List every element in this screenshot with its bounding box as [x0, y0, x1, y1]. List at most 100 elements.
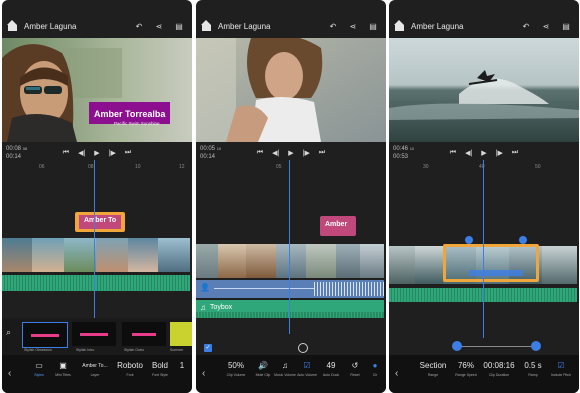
video-track[interactable] [196, 244, 384, 278]
bottom-toolbar: ‹ ▭ Styles ▣ Mini Titles Amber To... Lay… [2, 355, 192, 393]
step-back-icon[interactable]: ◀| [272, 149, 279, 157]
style-label: Stylish Outro [124, 348, 145, 352]
comment-icon[interactable]: ▤ [559, 22, 573, 31]
tool-value: Bold [151, 361, 168, 370]
step-forward-icon[interactable]: |▶ [496, 149, 503, 157]
bottom-toolbar: ‹ 50% Clip Volume 🔊 Mute Clip ♫ Music Vo… [196, 355, 386, 393]
audio-waveform[interactable] [2, 275, 190, 291]
back-icon[interactable]: ‹ [202, 368, 205, 379]
title-clip[interactable]: Amber To [75, 212, 125, 232]
reset-icon: ↺ [351, 361, 359, 370]
tool-styles[interactable]: ▭ Styles [28, 359, 50, 377]
comment-icon[interactable]: ▤ [366, 22, 380, 31]
skip-end-icon[interactable]: ⏭ [319, 149, 325, 157]
skip-start-icon[interactable]: ⏮ [450, 149, 456, 157]
skip-end-icon[interactable]: ⏭ [512, 149, 518, 157]
ruler-tick: 05 [276, 164, 282, 170]
checkbox-icon[interactable]: ✓ [204, 344, 212, 352]
play-icon[interactable]: ▶ [288, 149, 293, 157]
tool-music-volume[interactable]: ♫ Music Volume [274, 359, 296, 377]
style-thumb[interactable] [170, 322, 192, 346]
tool-font[interactable]: Roboto Font [116, 359, 144, 377]
playhead-marker[interactable] [298, 343, 308, 353]
step-back-icon[interactable]: ◀| [465, 149, 472, 157]
playhead[interactable] [94, 160, 95, 336]
tool-range-speed[interactable]: 76% Range Speed [453, 359, 479, 377]
person-icon: 👤 [200, 283, 210, 292]
music-track[interactable]: ♫ Toybox [196, 300, 384, 318]
tool-auto-duck[interactable]: 49 Auto Duck [320, 359, 342, 377]
music-note-icon: ♫ [282, 361, 288, 370]
home-icon[interactable] [394, 19, 404, 31]
tool-clip-volume[interactable]: 50% Clip Volume [220, 359, 252, 377]
transport-controls: ⏮ ◀| ▶ |▶ ⏭ [389, 146, 579, 160]
ruler-tick: 06 [39, 164, 45, 170]
time-ruler: 30 40 50 [389, 164, 579, 174]
title-clip[interactable]: Amber [320, 216, 356, 236]
ramp-start-handle[interactable] [452, 341, 462, 351]
play-icon[interactable]: ▶ [94, 149, 99, 157]
speed-region-line [469, 270, 523, 276]
ruler-tick: 10 [135, 164, 141, 170]
skip-start-icon[interactable]: ⏮ [257, 149, 263, 157]
range-start-handle[interactable] [465, 236, 473, 244]
skip-end-icon[interactable]: ⏭ [125, 149, 131, 157]
tool-value: 0.5 s [524, 361, 542, 370]
tool-value: 76% [457, 361, 474, 370]
top-bar: Amber Laguna ↶ ⋖ ▤ [196, 14, 386, 38]
tool-value: Amber To... [82, 363, 108, 369]
tool-include-pitch[interactable]: ☑ Include Pitch [549, 359, 573, 377]
editor-screen-titles: Amber Laguna ↶ ⋖ ▤ Amber Torrealba Pacif… [2, 0, 192, 393]
search-icon[interactable]: ⌕ [6, 327, 11, 338]
tool-value: 1 [179, 361, 185, 370]
volume-icon: 🔊 [258, 361, 268, 370]
step-forward-icon[interactable]: |▶ [109, 149, 116, 157]
style-thumb[interactable] [122, 322, 166, 346]
ruler-tick: 50 [535, 164, 541, 170]
playhead[interactable] [483, 160, 484, 338]
tool-auto-volume[interactable]: ☑ Auto Volume [296, 359, 318, 377]
tool-range[interactable]: Section Range [417, 359, 449, 377]
tool-size[interactable]: 1 [176, 359, 188, 373]
comment-icon[interactable]: ▤ [172, 22, 186, 31]
tool-label: Mute Clip [255, 373, 271, 377]
tool-value: 50% [227, 361, 244, 370]
style-label: Stylish Intro [76, 348, 95, 352]
video-preview: Amber Torrealba Pacific Swim Sunshine [2, 38, 192, 142]
undo-icon[interactable]: ↶ [326, 22, 340, 31]
video-track[interactable] [2, 238, 190, 272]
speed-ramp-slider[interactable] [452, 341, 541, 351]
tool-font-style[interactable]: Bold Font Style [148, 359, 172, 377]
step-forward-icon[interactable]: |▶ [303, 149, 310, 157]
undo-icon[interactable]: ↶ [519, 22, 533, 31]
skip-start-icon[interactable]: ⏮ [63, 149, 69, 157]
step-back-icon[interactable]: ◀| [78, 149, 85, 157]
back-icon[interactable]: ‹ [8, 368, 11, 379]
share-icon[interactable]: ⋖ [346, 22, 360, 31]
style-thumb-selected[interactable] [22, 322, 68, 348]
style-thumb[interactable] [72, 322, 116, 346]
range-end-handle[interactable] [519, 236, 527, 244]
tool-clip-duration[interactable]: 00:08:16 Clip Duration [481, 359, 517, 377]
transport-controls: ⏮ ◀| ▶ |▶ ⏭ [196, 146, 386, 160]
home-icon[interactable] [201, 19, 211, 31]
back-icon[interactable]: ‹ [395, 368, 398, 379]
share-icon[interactable]: ⋖ [539, 22, 553, 31]
speed-range-selection[interactable] [443, 244, 539, 282]
home-icon[interactable] [7, 19, 17, 31]
music-track-label: Toybox [210, 304, 233, 311]
tool-ramp[interactable]: 0.5 s Ramp [521, 359, 545, 377]
video-preview [389, 38, 579, 142]
checkbox-icon: ☑ [557, 361, 565, 370]
ramp-end-handle[interactable] [531, 341, 541, 351]
share-icon[interactable]: ⋖ [152, 22, 166, 31]
tool-reset[interactable]: ↺ Reset [344, 359, 366, 377]
undo-icon[interactable]: ↶ [132, 22, 146, 31]
tool-mute-clip[interactable]: 🔊 Mute Clip [252, 359, 274, 377]
tool-color[interactable]: ● Clr [366, 359, 384, 377]
tool-layer[interactable]: Amber To... Layer [78, 359, 112, 377]
playhead[interactable] [289, 160, 290, 334]
tool-mini-titles[interactable]: ▣ Mini Titles [52, 359, 74, 377]
play-icon[interactable]: ▶ [481, 149, 486, 157]
voiceover-track[interactable]: 👤 [196, 280, 384, 298]
